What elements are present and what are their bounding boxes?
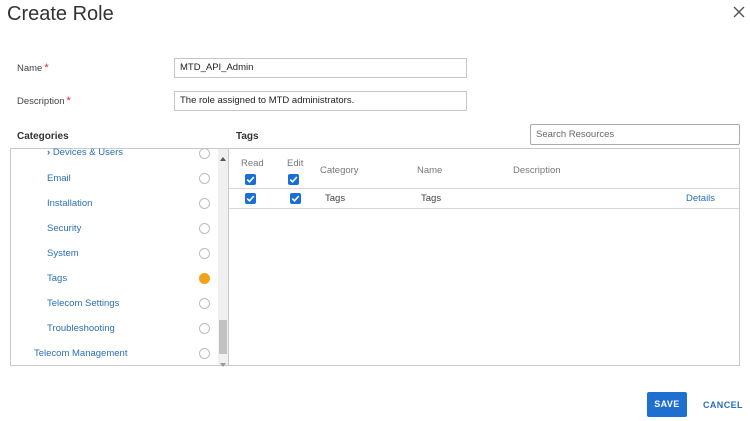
category-item-tags[interactable]: Tags	[47, 273, 67, 284]
column-header-description: Description	[513, 165, 561, 176]
close-icon[interactable]	[731, 4, 747, 20]
category-radio-troubleshooting[interactable]	[199, 323, 210, 334]
name-label: Name *	[17, 62, 49, 74]
category-item-security[interactable]: Security	[47, 223, 81, 234]
category-item-telecom-management[interactable]: Telecom Management	[34, 348, 127, 359]
chevron-right-icon: ›	[47, 147, 51, 158]
category-item-telecom-settings[interactable]: Telecom Settings	[47, 298, 119, 309]
save-button[interactable]: SAVE	[647, 392, 687, 417]
column-header-read: Read	[241, 158, 264, 169]
row-category: Tags	[325, 193, 346, 204]
row-read-checkbox[interactable]	[245, 193, 256, 204]
category-radio-devices-users[interactable]	[199, 148, 210, 159]
category-item-troubleshooting[interactable]: Troubleshooting	[47, 323, 115, 334]
category-radio-system[interactable]	[199, 248, 210, 259]
category-radio-installation[interactable]	[199, 198, 210, 209]
details-link[interactable]: Details	[686, 193, 715, 204]
tags-heading: Tags	[236, 131, 259, 142]
name-field[interactable]: MTD_API_Admin	[174, 58, 467, 78]
categories-heading: Categories	[17, 131, 69, 142]
column-header-name: Name	[417, 165, 443, 176]
table-row: Tags Tags Details	[229, 189, 739, 208]
category-radio-email[interactable]	[199, 173, 210, 184]
category-item-devices-users[interactable]: › Devices & Users	[47, 147, 123, 158]
required-mark: *	[44, 62, 49, 74]
description-field[interactable]: The role assigned to MTD administrators.	[174, 91, 467, 111]
category-radio-security[interactable]	[199, 223, 210, 234]
category-item-email[interactable]: Email	[47, 173, 71, 184]
row-name: Tags	[421, 193, 442, 204]
category-radio-telecom-management[interactable]	[199, 348, 210, 359]
dialog-title: Create Role	[7, 3, 114, 25]
category-radio-telecom-settings[interactable]	[199, 298, 210, 309]
scrollbar-thumb[interactable]	[219, 320, 227, 354]
scroll-up-arrow-icon[interactable]	[219, 150, 227, 161]
select-all-edit-checkbox[interactable]	[288, 174, 299, 185]
description-label: Description *	[17, 95, 71, 107]
category-list: › Devices & Users Email Installation Sec…	[11, 147, 217, 365]
search-input[interactable]: Search Resources	[530, 124, 740, 145]
column-header-category: Category	[320, 165, 359, 176]
row-edit-checkbox[interactable]	[290, 193, 301, 204]
scroll-down-arrow-icon[interactable]	[219, 356, 227, 367]
table-row-divider	[229, 208, 739, 209]
panel-divider	[228, 149, 229, 365]
cancel-button[interactable]: CANCEL	[703, 400, 743, 410]
category-item-system[interactable]: System	[47, 248, 79, 259]
category-radio-tags[interactable]	[199, 273, 210, 284]
column-header-edit: Edit	[287, 158, 304, 169]
required-mark: *	[66, 95, 71, 107]
select-all-read-checkbox[interactable]	[245, 174, 256, 185]
category-item-installation[interactable]: Installation	[47, 198, 92, 209]
